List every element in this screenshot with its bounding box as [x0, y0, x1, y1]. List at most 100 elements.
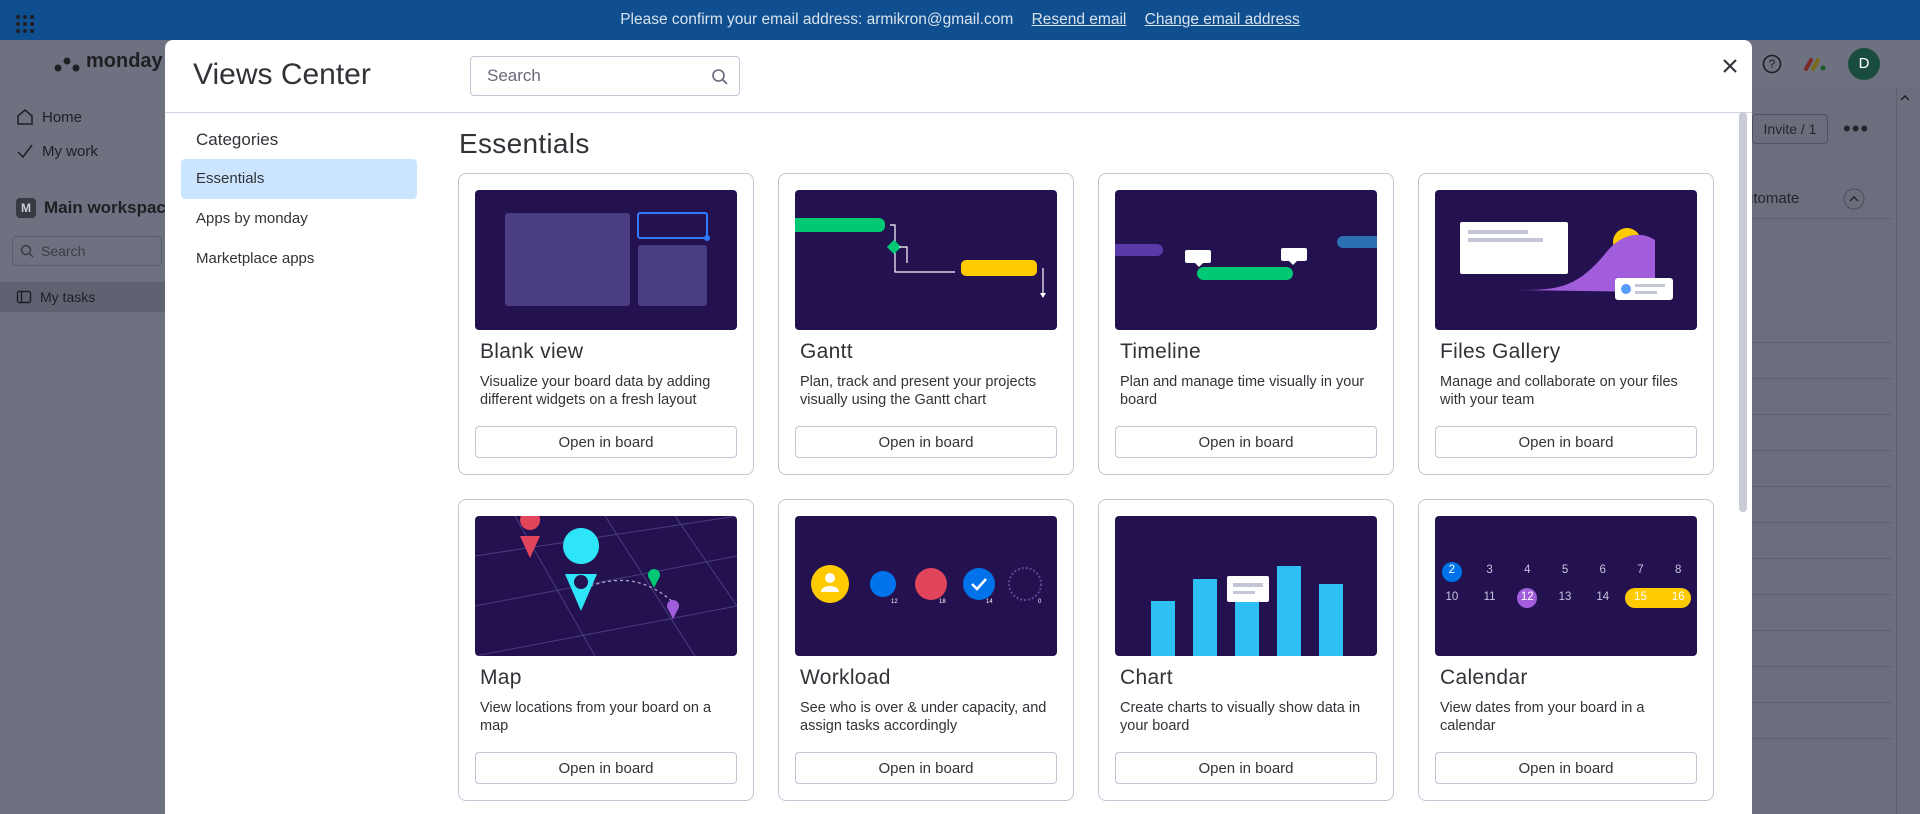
board-icon: [16, 290, 32, 304]
card-title: Map: [480, 666, 522, 689]
calendar-day: 8: [1674, 564, 1682, 576]
workload-count: 18: [939, 599, 946, 605]
help-icon[interactable]: ?: [1762, 54, 1782, 74]
sidebar-search[interactable]: Search: [12, 236, 162, 266]
modal-scroll-thumb[interactable]: [1739, 112, 1747, 512]
view-card-workload[interactable]: 12 18 14 0 Workload See who is over & un…: [778, 499, 1074, 801]
open-in-board-button[interactable]: Open in board: [795, 752, 1057, 784]
open-in-board-button[interactable]: Open in board: [1115, 752, 1377, 784]
card-title: Timeline: [1120, 340, 1201, 363]
card-description: View locations from your board on a map: [480, 700, 712, 734]
collapse-icon[interactable]: [1843, 188, 1865, 210]
card-description: Visualize your board data by adding diff…: [480, 374, 711, 408]
workspace-name: Main workspace: [44, 198, 176, 217]
view-card-calendar[interactable]: 2 3 4 5 6 7 8 10 11 12 13 14 15 16 Calen…: [1418, 499, 1714, 801]
close-icon[interactable]: [1718, 54, 1742, 78]
gantt-illustration: [795, 190, 1057, 330]
banner-message: Please confirm your email address: armik…: [620, 11, 1014, 28]
calendar-day: 13: [1558, 591, 1572, 603]
search-icon: [20, 244, 34, 258]
left-sidebar: [0, 88, 165, 814]
workload-count: 0: [1038, 599, 1042, 605]
workload-illustration: 12 18 14 0: [795, 516, 1057, 656]
calendar-illustration: 2 3 4 5 6 7 8 10 11 12 13 14 15 16: [1435, 516, 1697, 656]
my-work-icon: [17, 144, 33, 159]
section-title: Essentials: [459, 128, 590, 159]
sidebar-label-my-work: My work: [42, 142, 98, 160]
card-title: Workload: [800, 666, 891, 689]
email-confirm-banner: Please confirm your email address: armik…: [0, 0, 1920, 40]
category-essentials[interactable]: Essentials: [181, 159, 417, 199]
card-description: View dates from your board in a calendar: [1440, 700, 1645, 734]
calendar-day: 12: [1520, 591, 1534, 603]
card-description: Plan and manage time visually in your bo…: [1120, 374, 1365, 408]
calendar-day: 2: [1448, 564, 1456, 576]
calendar-day: 4: [1524, 564, 1531, 576]
workload-count: 14: [986, 599, 993, 605]
calendar-row-2: 10 11 12 13 14 15 16: [1435, 591, 1697, 603]
sidebar-label-home: Home: [42, 108, 83, 126]
view-card-chart[interactable]: Chart Create charts to visually show dat…: [1098, 499, 1394, 801]
categories-heading: Categories: [196, 130, 279, 149]
modal-scrollbar[interactable]: [1739, 112, 1747, 814]
card-description: See who is over & under capacity, and as…: [800, 700, 1047, 734]
sidebar-label-my-tasks: My tasks: [40, 289, 96, 305]
category-apps-by-monday[interactable]: Apps by monday: [181, 199, 417, 239]
open-in-board-button[interactable]: Open in board: [795, 426, 1057, 458]
modal-title: Views Center: [193, 58, 371, 91]
sidebar-search-placeholder: Search: [41, 243, 86, 259]
invite-button[interactable]: Invite / 1: [1752, 114, 1828, 144]
sidebar-item-my-work[interactable]: My work: [16, 142, 98, 160]
workspace-selector[interactable]: M Main workspace: [16, 198, 175, 218]
view-card-timeline[interactable]: Timeline Plan and manage time visually i…: [1098, 173, 1394, 475]
view-card-blank-view[interactable]: Blank view Visualize your board data by …: [458, 173, 754, 475]
right-scroll-strip: [1896, 88, 1920, 814]
resend-email-link[interactable]: Resend email: [1032, 11, 1127, 28]
svg-text:?: ?: [1769, 57, 1776, 71]
calendar-day: 14: [1596, 591, 1610, 603]
open-in-board-button[interactable]: Open in board: [1115, 426, 1377, 458]
calendar-day: 7: [1637, 564, 1644, 576]
workload-count: 12: [891, 599, 898, 605]
map-illustration: [475, 516, 737, 656]
card-title: Chart: [1120, 666, 1173, 689]
views-search-input[interactable]: [470, 56, 740, 96]
category-marketplace-apps[interactable]: Marketplace apps: [181, 239, 417, 279]
more-options-icon[interactable]: •••: [1843, 116, 1869, 142]
calendar-day: 15: [1634, 591, 1647, 603]
modal-header-divider: [165, 112, 1752, 113]
scroll-up-icon[interactable]: [1899, 92, 1911, 104]
calendar-day: 5: [1561, 564, 1569, 576]
calendar-day: 6: [1599, 564, 1606, 576]
card-title: Blank view: [480, 340, 584, 363]
sidebar-item-home[interactable]: Home: [16, 108, 82, 126]
workspace-badge: M: [16, 198, 36, 218]
card-description: Manage and collaborate on your files wit…: [1440, 374, 1678, 408]
calendar-day: 3: [1486, 564, 1493, 576]
view-card-files-gallery[interactable]: Files Gallery Manage and collaborate on …: [1418, 173, 1714, 475]
view-card-gantt[interactable]: Gantt Plan, track and present your proje…: [778, 173, 1074, 475]
views-center-modal: Views Center Categories Essentials Apps …: [165, 40, 1752, 814]
open-in-board-button[interactable]: Open in board: [475, 752, 737, 784]
automate-button[interactable]: utomate: [1745, 190, 1799, 207]
apps-grid-icon[interactable]: [16, 15, 34, 33]
files-gallery-illustration: [1435, 190, 1697, 330]
home-icon: [17, 109, 33, 125]
card-description: Create charts to visually show data in y…: [1120, 700, 1361, 734]
chart-illustration: [1115, 516, 1377, 656]
card-description: Plan, track and present your projects vi…: [800, 374, 1037, 408]
view-card-map[interactable]: Map View locations from your board on a …: [458, 499, 754, 801]
card-title: Calendar: [1440, 666, 1528, 689]
calendar-day: 10: [1445, 591, 1459, 603]
calendar-day: 11: [1483, 591, 1496, 603]
open-in-board-button[interactable]: Open in board: [1435, 426, 1697, 458]
avatar[interactable]: D: [1848, 48, 1880, 80]
timeline-illustration: [1115, 190, 1377, 330]
change-email-link[interactable]: Change email address: [1145, 11, 1300, 28]
calendar-row-1: 2 3 4 5 6 7 8: [1435, 564, 1697, 576]
sidebar-task-row[interactable]: My tasks: [16, 289, 95, 305]
search-icon: [712, 69, 728, 85]
open-in-board-button[interactable]: Open in board: [1435, 752, 1697, 784]
monday-apps-icon[interactable]: [1804, 56, 1826, 72]
open-in-board-button[interactable]: Open in board: [475, 426, 737, 458]
